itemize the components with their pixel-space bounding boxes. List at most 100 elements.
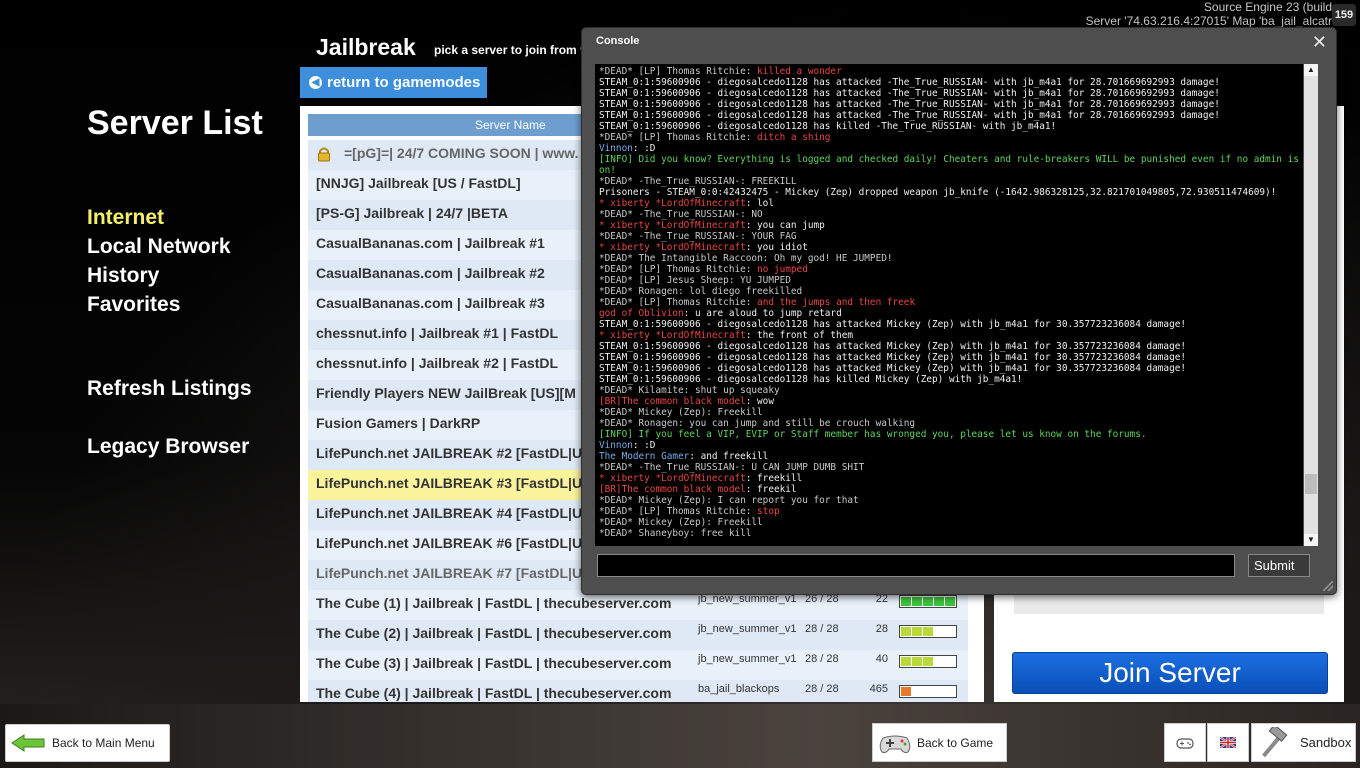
- server-name: CasualBananas.com | Jailbreak #3: [316, 295, 545, 311]
- return-label: return to gamemodes: [327, 74, 481, 91]
- legacy-browser-link[interactable]: Legacy Browser: [87, 435, 249, 459]
- server-name: [PS-G] Jailbreak | 24/7 |BETA: [316, 205, 508, 221]
- console-line: Vinnon: :D: [599, 440, 656, 451]
- console-line: STEAM_0:1:59600906 - diegosalcedo1128 ha…: [599, 77, 1220, 88]
- console-line: *DEAD* [LP] Thomas Ritchie: and the jump…: [599, 297, 916, 308]
- console-line: [BR]The common black model: freekil: [599, 484, 797, 495]
- gamemode-title: Jailbreak: [316, 34, 416, 60]
- console-line: *DEAD* -The_True_RUSSIAN-: NO: [599, 209, 763, 220]
- back-to-main-menu-button[interactable]: Back to Main Menu: [5, 724, 170, 762]
- server-name: LifePunch.net JAILBREAK #7 [FastDL|U: [316, 565, 583, 581]
- engine-server: Server '74.63.216.4:27015' Map 'ba_jail_…: [1085, 14, 1332, 28]
- server-map: ba_jail_blackops: [698, 683, 780, 695]
- console-line: *DEAD* -The_True_RUSSIAN-: U CAN JUMP DU…: [599, 462, 865, 473]
- console-scrollbar[interactable]: ▲ ▼: [1304, 64, 1318, 546]
- console-line: *DEAD* Mickey (Zep): I can report you fo…: [599, 495, 859, 506]
- console-line: The Modern Gamer: and freekill: [599, 451, 769, 462]
- back-game-label: Back to Game: [917, 735, 994, 750]
- console-line: [BR]The common black model: wow: [599, 396, 774, 407]
- connection-quality-bar: [899, 685, 957, 698]
- refresh-listings-link[interactable]: Refresh Listings: [87, 377, 252, 401]
- resize-grip-icon[interactable]: [1323, 581, 1333, 591]
- console-line: [INFO] Did you know? Everything is logge…: [599, 154, 1299, 176]
- server-map: jb_new_summer_v1: [698, 653, 797, 665]
- return-to-gamemodes-button[interactable]: ◀ return to gamemodes: [300, 67, 487, 98]
- server-name: LifePunch.net JAILBREAK #2 [FastDL|U: [316, 445, 583, 461]
- console-submit-button[interactable]: Submit: [1248, 554, 1310, 577]
- server-players: 28 / 28: [805, 653, 839, 665]
- console-line: STEAM_0:1:59600906 - diegosalcedo1128 ha…: [599, 110, 1220, 121]
- controller-settings-button[interactable]: [1164, 723, 1206, 762]
- console-input[interactable]: [597, 554, 1235, 577]
- server-ping: 28: [875, 623, 888, 635]
- console-line: *DEAD* [LP] Thomas Ritchie: killed a won…: [599, 66, 842, 77]
- server-ping: 465: [869, 683, 888, 695]
- sandbox-label: Sandbox: [1300, 735, 1352, 750]
- sandbox-gamemode-button[interactable]: Sandbox: [1251, 723, 1356, 762]
- console-line: Prisoners - STEAM_0:0:42432475 - Mickey …: [599, 187, 1277, 198]
- console-title: Console: [596, 35, 640, 47]
- server-name: [NNJG] Jailbreak [US / FastDL]: [316, 175, 521, 191]
- console-line: *DEAD* Mickey (Zep): Freekill: [599, 407, 763, 418]
- console-line: STEAM_0:1:59600906 - diegosalcedo1128 ha…: [599, 99, 1220, 110]
- server-name: LifePunch.net JAILBREAK #4 [FastDL|U: [316, 505, 583, 521]
- server-name: The Cube (2) | Jailbreak | FastDL | thec…: [316, 625, 672, 641]
- scroll-up-icon[interactable]: ▲: [1304, 64, 1318, 76]
- console-line: STEAM_0:1:59600906 - diegosalcedo1128 ha…: [599, 88, 1220, 99]
- console-line: STEAM_0:1:59600906 - diegosalcedo1128 ha…: [599, 352, 1186, 363]
- fps-counter: 159: [1332, 4, 1356, 26]
- green-arrow-icon: [11, 734, 45, 752]
- gamemode-subtitle: pick a server to join from t: [434, 43, 585, 57]
- nav-item-internet[interactable]: Internet: [87, 203, 231, 232]
- connection-quality-bar: [899, 655, 957, 668]
- page-title: Server List: [87, 104, 263, 142]
- server-name: Fusion Gamers | DarkRP: [316, 415, 481, 431]
- server-players: 28 / 28: [805, 683, 839, 695]
- console-line: *DEAD* [LP] Thomas Ritchie: ditch a shin…: [599, 132, 831, 143]
- join-server-button[interactable]: Join Server: [1012, 652, 1328, 694]
- server-map: jb_new_summer_v1: [698, 623, 797, 635]
- server-name: Friendly Players NEW JailBreak [US][M: [316, 385, 576, 401]
- gamepad-icon: [879, 735, 911, 753]
- server-name: The Cube (4) | Jailbreak | FastDL | thec…: [316, 685, 672, 701]
- server-ping: 40: [875, 653, 888, 665]
- column-header-label: Server Name: [475, 118, 546, 132]
- server-name: chessnut.info | Jailbreak #1 | FastDL: [316, 325, 559, 341]
- server-row[interactable]: The Cube (4) | Jailbreak | FastDL | thec…: [308, 680, 968, 702]
- console-window[interactable]: Console ✕ *DEAD* [LP] Thomas Ritchie: ki…: [581, 27, 1337, 595]
- nav-item-favorites[interactable]: Favorites: [87, 290, 231, 319]
- console-line: *DEAD* -The_True_RUSSIAN-: FREEKILL: [599, 176, 797, 187]
- scroll-down-icon[interactable]: ▼: [1304, 534, 1318, 546]
- engine-build: Source Engine 23 (build: [1203, 0, 1332, 14]
- bottom-strip: [0, 704, 1360, 768]
- console-line: *DEAD* Ronagen: lol diego freekilled: [599, 286, 803, 297]
- engine-info: Source Engine 23 (build Server '74.63.21…: [1086, 0, 1332, 28]
- hammer-icon: [1262, 726, 1288, 757]
- console-line: * xiberty *LordOfMinecraft: freekill: [599, 473, 803, 484]
- back-to-game-button[interactable]: Back to Game: [872, 723, 1007, 762]
- server-players: 28 / 28: [805, 623, 839, 635]
- console-log: *DEAD* [LP] Thomas Ritchie: killed a won…: [595, 64, 1303, 546]
- language-button[interactable]: [1207, 723, 1249, 762]
- scroll-thumb[interactable]: [1305, 474, 1317, 494]
- server-name: LifePunch.net JAILBREAK #6 [FastDL|U: [316, 535, 583, 551]
- nav-item-history[interactable]: History: [87, 261, 231, 290]
- connection-quality-bar: [899, 595, 957, 608]
- server-name: chessnut.info | Jailbreak #2 | FastDL: [316, 355, 559, 371]
- console-line: STEAM_0:1:59600906 - diegosalcedo1128 ha…: [599, 341, 1186, 352]
- uk-flag-icon: [1220, 737, 1236, 748]
- server-name: The Cube (3) | Jailbreak | FastDL | thec…: [316, 655, 672, 671]
- console-line: STEAM_0:1:59600906 - diegosalcedo1128 ha…: [599, 374, 1023, 385]
- console-line: *DEAD* [LP] Thomas Ritchie: stop: [599, 506, 780, 517]
- close-icon[interactable]: ✕: [1312, 32, 1327, 53]
- server-name: CasualBananas.com | Jailbreak #2: [316, 265, 545, 281]
- console-line: *DEAD* [LP] Jesus Sheep: YU JUMPED: [599, 275, 791, 286]
- console-line: STEAM_0:1:59600906 - diegosalcedo1128 ha…: [599, 319, 1186, 330]
- server-name: =[pG]=| 24/7 COMING SOON | www.: [344, 145, 579, 161]
- server-name: CasualBananas.com | Jailbreak #1: [316, 235, 545, 251]
- console-line: *DEAD* Ronagen: you can jump and still b…: [599, 418, 916, 429]
- nav-item-local-network[interactable]: Local Network: [87, 232, 231, 261]
- server-name: LifePunch.net JAILBREAK #3 [FastDL|U: [316, 475, 583, 491]
- padlock-icon: [316, 144, 332, 162]
- console-line: * xiberty *LordOfMinecraft: you idiot: [599, 242, 808, 253]
